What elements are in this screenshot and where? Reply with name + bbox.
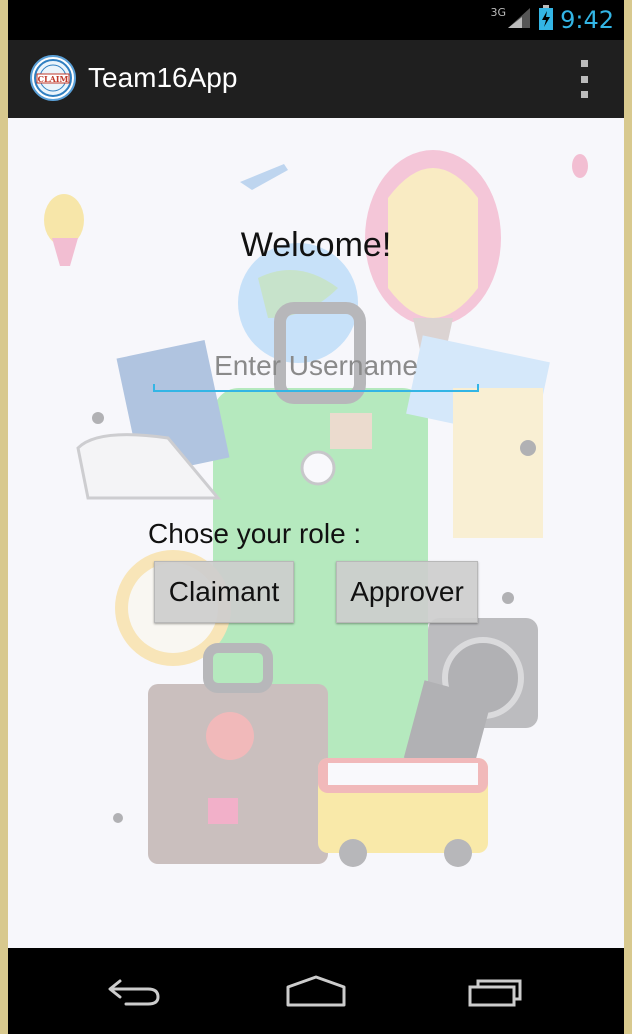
username-field[interactable] — [153, 346, 479, 392]
navigation-bar — [8, 948, 624, 1034]
role-prompt-label: Chose your role : — [148, 518, 362, 549]
username-underline — [153, 384, 479, 392]
app-logo[interactable]: CLAIM — [30, 55, 76, 101]
approver-button[interactable]: Approver — [336, 561, 478, 623]
welcome-heading: Welcome! — [240, 226, 392, 264]
overflow-menu-icon[interactable] — [574, 60, 594, 98]
network-type: 3G — [490, 6, 506, 19]
signal-icon — [506, 6, 532, 34]
logo-text: CLAIM — [38, 74, 69, 84]
claimant-button[interactable]: Claimant — [154, 561, 294, 623]
recent-apps-icon[interactable] — [456, 966, 536, 1016]
action-bar: CLAIM Team16App — [8, 40, 624, 118]
back-icon[interactable] — [96, 966, 176, 1016]
device-screen: 3G 9:42 CLAIM Team16App Welcome! Enter U… — [8, 0, 624, 1034]
app-title: Team16App — [88, 62, 238, 93]
status-clock: 9:42 — [560, 6, 614, 34]
main-content: Welcome! Chose your role : Claimant Appr… — [8, 118, 624, 948]
username-input[interactable] — [153, 346, 479, 386]
home-icon[interactable] — [276, 966, 356, 1016]
battery-icon — [538, 5, 554, 35]
status-bar: 3G 9:42 — [8, 0, 624, 40]
